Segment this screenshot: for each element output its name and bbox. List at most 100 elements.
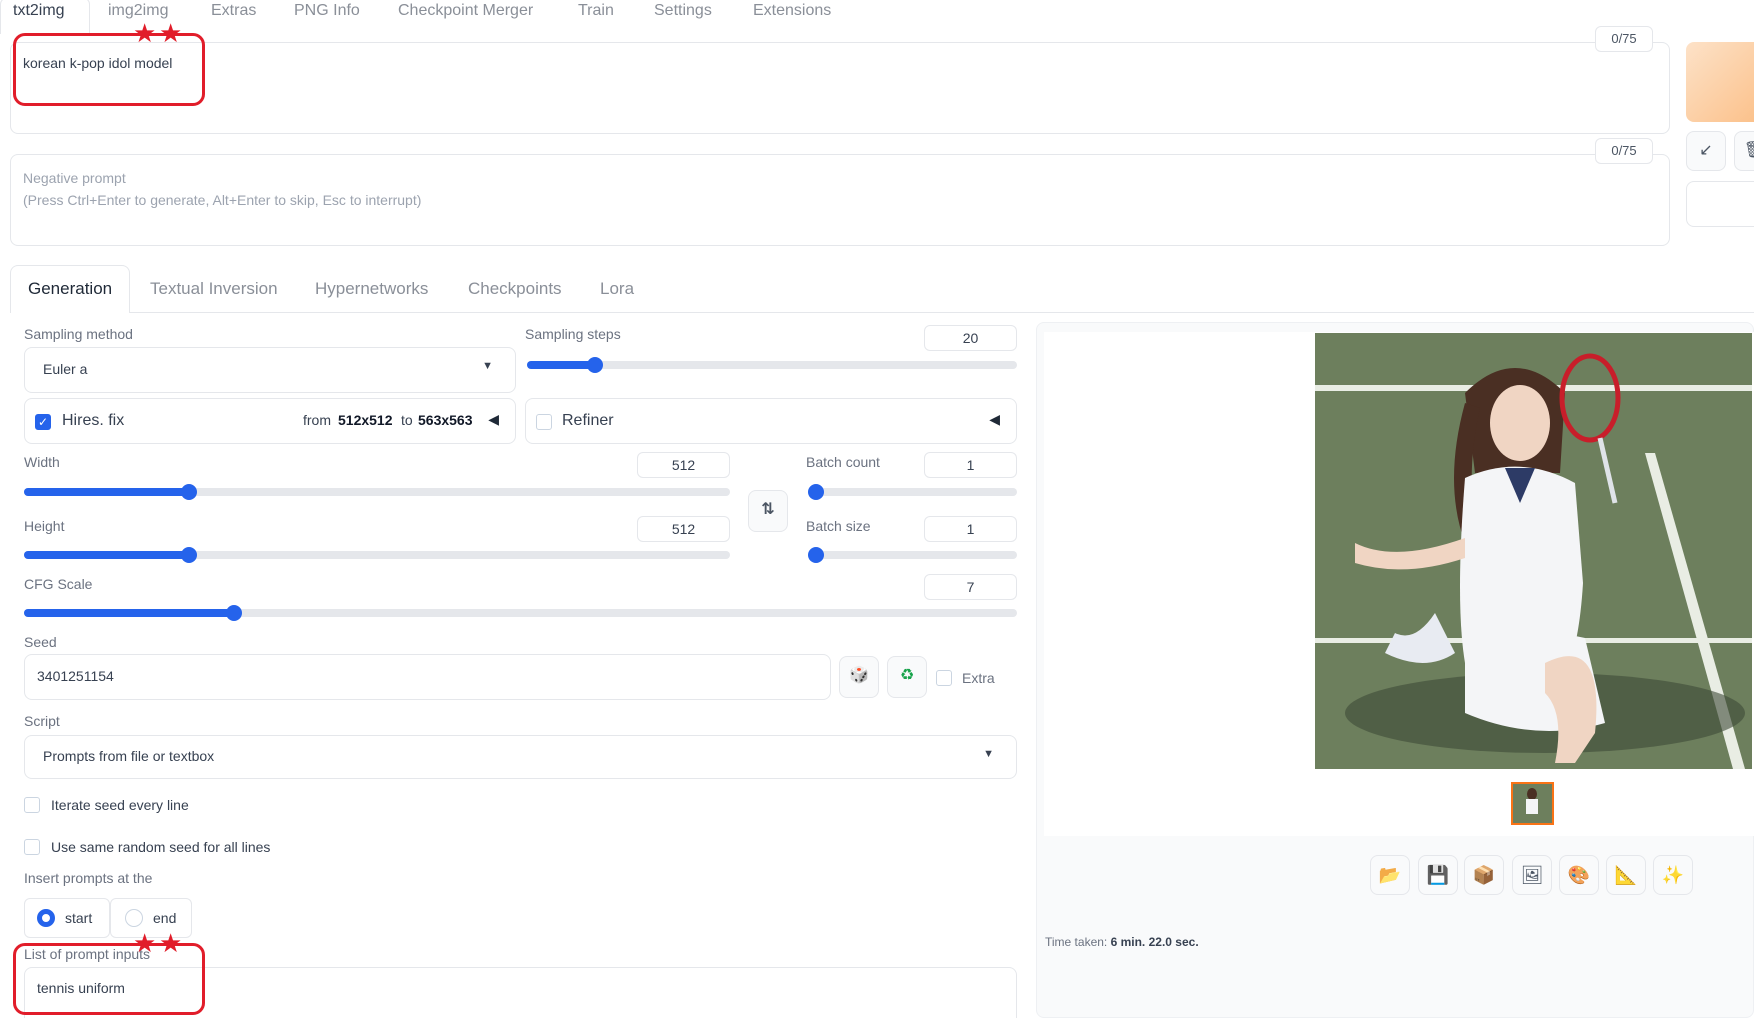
send-to-inpaint-button[interactable]: 🎨	[1559, 855, 1599, 895]
hires-from-size: 512x512	[338, 412, 393, 428]
generated-image[interactable]	[1315, 333, 1752, 769]
sampling-method-select[interactable]: Euler a ▼	[24, 347, 516, 393]
tab-checkpoints[interactable]: Checkpoints	[468, 279, 562, 299]
sampling-steps-input[interactable]: 20	[924, 325, 1017, 351]
collapse-arrow-icon[interactable]: ◀	[989, 411, 1000, 428]
star-icon: ★	[133, 928, 157, 958]
star-icon: ★	[133, 18, 157, 48]
slider-thumb[interactable]	[808, 547, 824, 563]
tab-generation[interactable]: Generation	[28, 279, 112, 299]
negative-prompt-textarea[interactable]: Negative prompt (Press Ctrl+Enter to gen…	[10, 154, 1670, 246]
width-slider[interactable]	[24, 484, 730, 500]
styles-dropdown[interactable]	[1686, 181, 1754, 227]
tab-txt2img[interactable]: txt2img	[13, 2, 65, 20]
slider-fill	[24, 551, 189, 559]
batch-size-slider[interactable]	[808, 547, 1017, 563]
start-label: start	[65, 910, 93, 926]
zip-icon: 📦	[1472, 865, 1496, 885]
slider-fill	[24, 609, 234, 617]
hires-to-text: to	[401, 412, 413, 428]
iterate-seed-checkbox[interactable]	[24, 797, 40, 813]
slider-fill	[527, 361, 595, 369]
refiner-panel[interactable]: Refiner ◀	[525, 398, 1017, 444]
refiner-label: Refiner	[562, 412, 614, 429]
read-params-button[interactable]: ↙	[1686, 131, 1726, 171]
random-seed-button[interactable]: 🎲	[839, 656, 879, 698]
cfg-scale-slider[interactable]	[24, 605, 1017, 621]
negative-prompt-hint: (Press Ctrl+Enter to generate, Alt+Enter…	[23, 192, 422, 208]
prompt-token-count: 0/75	[1595, 26, 1653, 52]
hires-fix-checkbox[interactable]: ✓	[35, 414, 51, 430]
sampling-method-value: Euler a	[43, 361, 88, 377]
hires-from-text: from	[303, 412, 331, 428]
end-radio[interactable]	[125, 909, 143, 927]
same-seed-checkbox[interactable]	[24, 839, 40, 855]
start-radio[interactable]	[37, 909, 55, 927]
generate-button[interactable]	[1686, 42, 1754, 122]
star-icon: ★	[159, 928, 183, 958]
extra-seed-checkbox[interactable]	[936, 670, 952, 686]
height-input[interactable]: 512	[637, 516, 730, 542]
batch-count-slider[interactable]	[808, 484, 1017, 500]
slider-thumb[interactable]	[181, 547, 197, 563]
hires-fix-label: Hires. fix	[62, 412, 125, 429]
negative-prompt-token-count: 0/75	[1595, 138, 1653, 164]
send-to-inpaint-icon: 🎨	[1567, 865, 1591, 885]
send-to-img2img-button[interactable]: 🖼	[1512, 855, 1552, 895]
script-select[interactable]: Prompts from file or textbox ▼	[24, 735, 1017, 779]
hires-to-size: 563x563	[418, 412, 473, 428]
tab-train[interactable]: Train	[578, 2, 614, 20]
tab-settings[interactable]: Settings	[654, 2, 712, 20]
sampling-steps-label: Sampling steps	[525, 326, 621, 342]
sparkle-icon: ✨	[1661, 865, 1685, 885]
trash-icon: 🗑	[1743, 142, 1754, 159]
send-to-extras-button[interactable]: 📐	[1606, 855, 1646, 895]
width-label: Width	[24, 454, 60, 470]
tab-lora[interactable]: Lora	[600, 279, 634, 299]
time-taken: Time taken: 6 min. 22.0 sec.	[1045, 935, 1199, 949]
tab-extras[interactable]: Extras	[211, 2, 256, 20]
tab-extensions[interactable]: Extensions	[753, 2, 831, 20]
output-thumbnail[interactable]	[1511, 782, 1554, 825]
tab-divider	[130, 312, 1754, 313]
slider-thumb[interactable]	[587, 357, 603, 373]
same-seed-label: Use same random seed for all lines	[51, 839, 271, 855]
time-taken-value: 6 min. 22.0 sec.	[1110, 935, 1199, 949]
reuse-seed-button[interactable]: ♻	[887, 656, 927, 698]
tab-checkpoint-merger[interactable]: Checkpoint Merger	[398, 2, 533, 20]
save-button[interactable]: 💾	[1418, 855, 1458, 895]
batch-count-label: Batch count	[806, 454, 880, 470]
tab-textual-inversion[interactable]: Textual Inversion	[150, 279, 278, 299]
swap-dimensions-button[interactable]: ⇅	[748, 490, 788, 532]
script-value: Prompts from file or textbox	[43, 748, 215, 764]
insert-start-option[interactable]: start	[24, 898, 110, 938]
end-label: end	[153, 910, 177, 926]
script-label: Script	[24, 713, 60, 729]
trash-button[interactable]: 🗑	[1734, 131, 1754, 171]
seed-input[interactable]: 3401251154	[24, 654, 831, 700]
refiner-checkbox[interactable]	[536, 414, 552, 430]
batch-size-label: Batch size	[806, 518, 871, 534]
batch-size-input[interactable]: 1	[924, 516, 1017, 542]
slider-thumb[interactable]	[181, 484, 197, 500]
sampling-steps-slider[interactable]	[527, 357, 1017, 373]
slider-thumb[interactable]	[226, 605, 242, 621]
collapse-arrow-icon[interactable]: ◀	[488, 411, 499, 428]
star-icon: ★	[159, 18, 183, 48]
slider-thumb[interactable]	[808, 484, 824, 500]
open-folder-button[interactable]: 📂	[1370, 855, 1410, 895]
prompt-textarea[interactable]: korean k-pop idol model	[10, 42, 1670, 134]
hires-fix-panel[interactable]: ✓ Hires. fix from 512x512 to 563x563 ◀	[24, 398, 516, 444]
cfg-scale-label: CFG Scale	[24, 576, 93, 592]
tab-hypernetworks[interactable]: Hypernetworks	[315, 279, 428, 299]
save-icon: 💾	[1426, 865, 1450, 885]
sparkle-button[interactable]: ✨	[1653, 855, 1693, 895]
slider-fill	[24, 488, 189, 496]
tab-png-info[interactable]: PNG Info	[294, 2, 360, 20]
zip-button[interactable]: 📦	[1464, 855, 1504, 895]
height-slider[interactable]	[24, 547, 730, 563]
width-input[interactable]: 512	[637, 452, 730, 478]
batch-count-input[interactable]: 1	[924, 452, 1017, 478]
cfg-scale-input[interactable]: 7	[924, 574, 1017, 600]
height-label: Height	[24, 518, 65, 534]
